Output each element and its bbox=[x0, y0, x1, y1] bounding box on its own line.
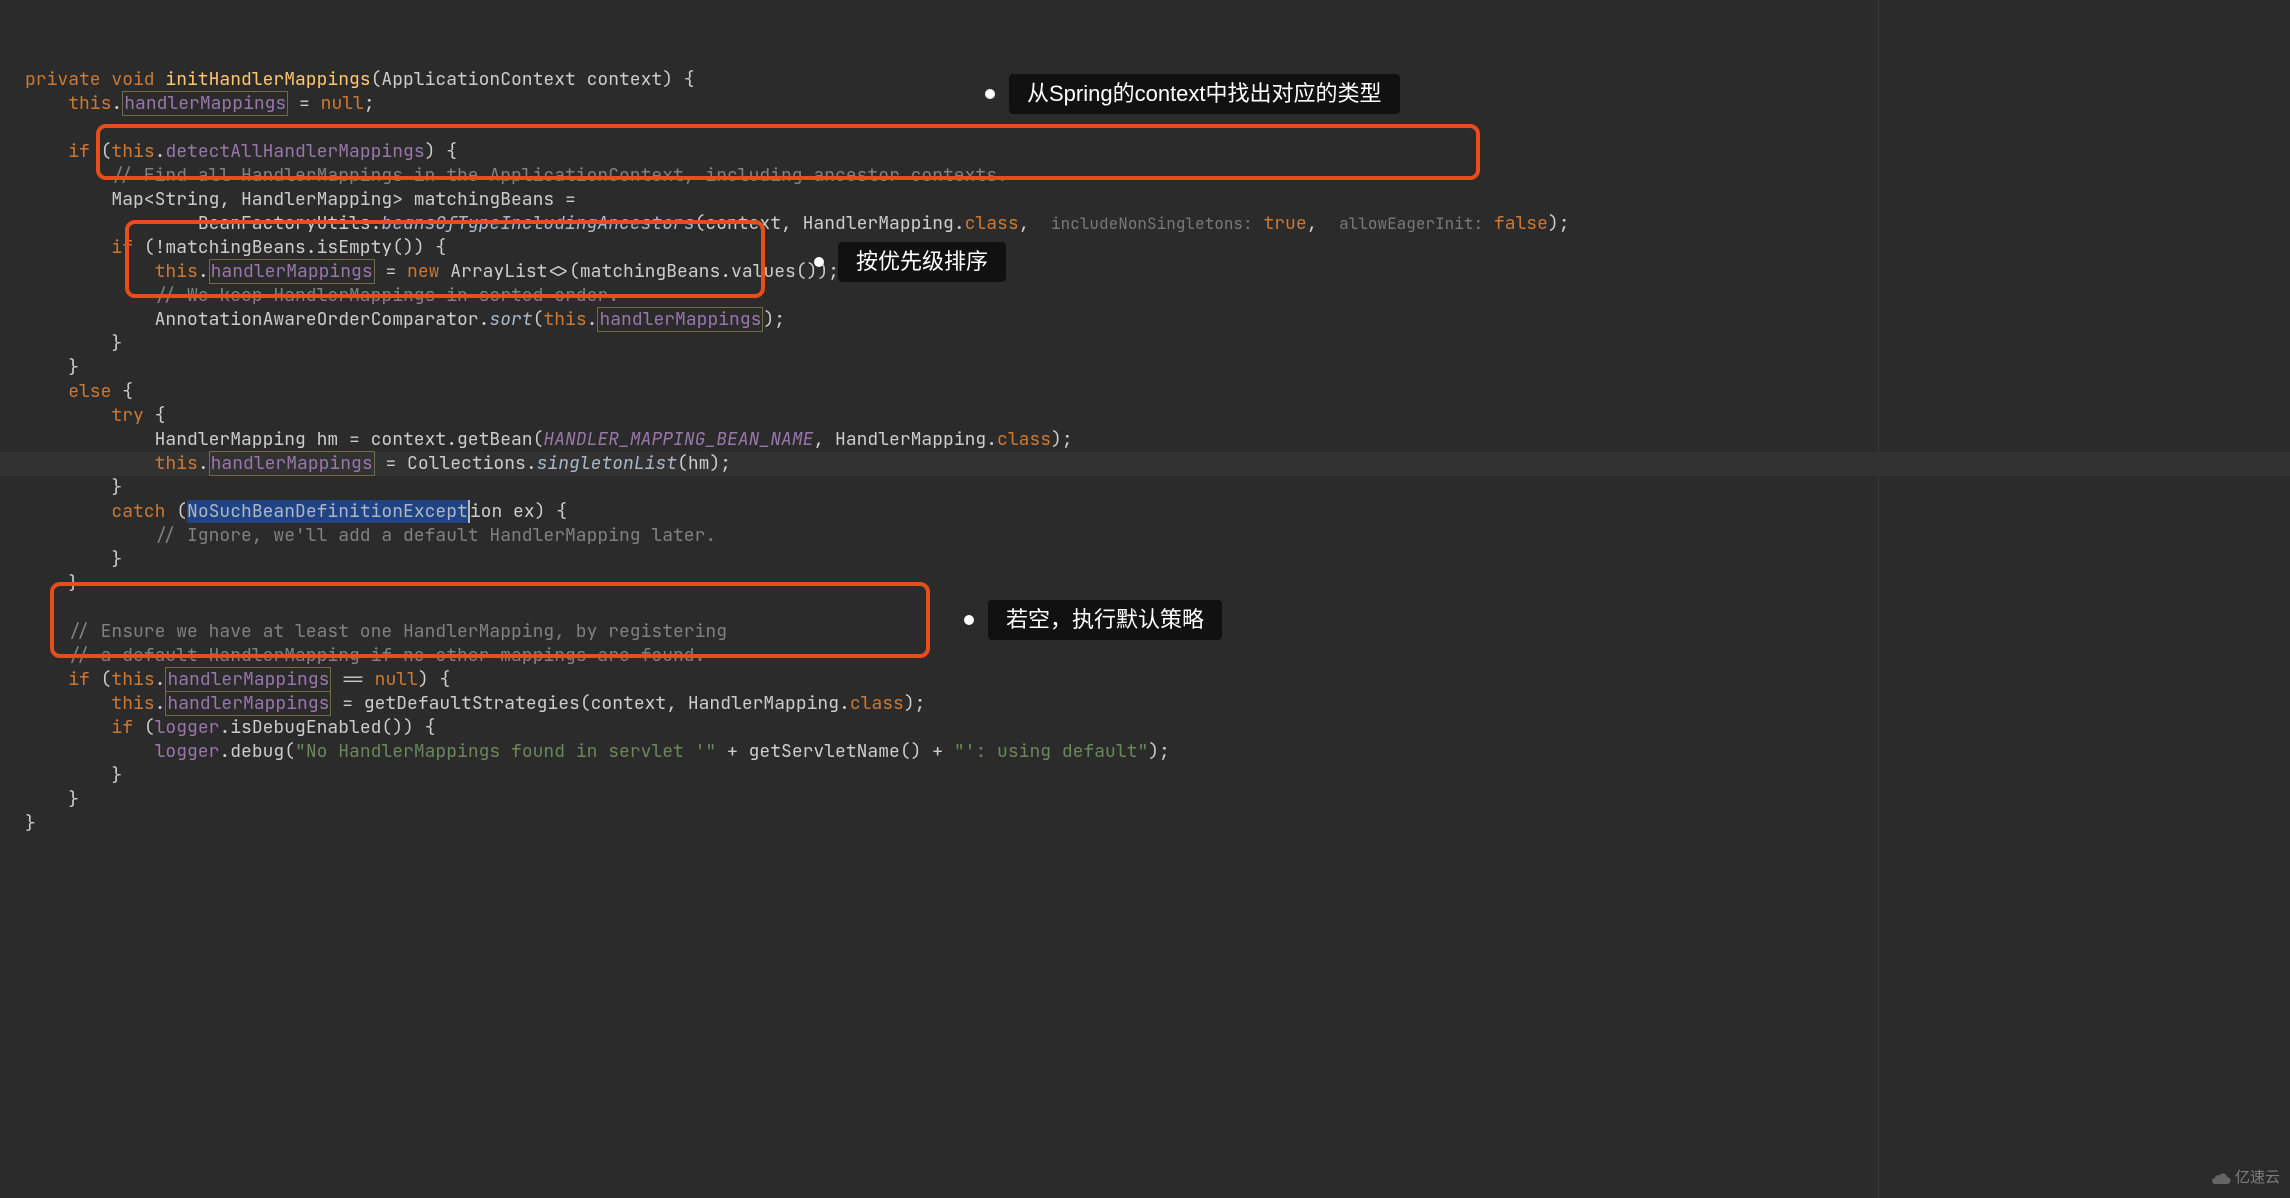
code-block: private void initHandlerMappings(Applica… bbox=[25, 68, 2290, 836]
annotation-label-1: 从Spring的context中找出对应的类型 bbox=[1009, 74, 1400, 114]
cloud-icon bbox=[2211, 1171, 2231, 1185]
annotation-label-2: 按优先级排序 bbox=[838, 242, 1006, 282]
code-editor[interactable]: private void initHandlerMappings(Applica… bbox=[0, 0, 2290, 860]
annotation-label-3: 若空，执行默认策略 bbox=[988, 600, 1222, 640]
watermark: 亿速云 bbox=[2211, 1166, 2280, 1190]
